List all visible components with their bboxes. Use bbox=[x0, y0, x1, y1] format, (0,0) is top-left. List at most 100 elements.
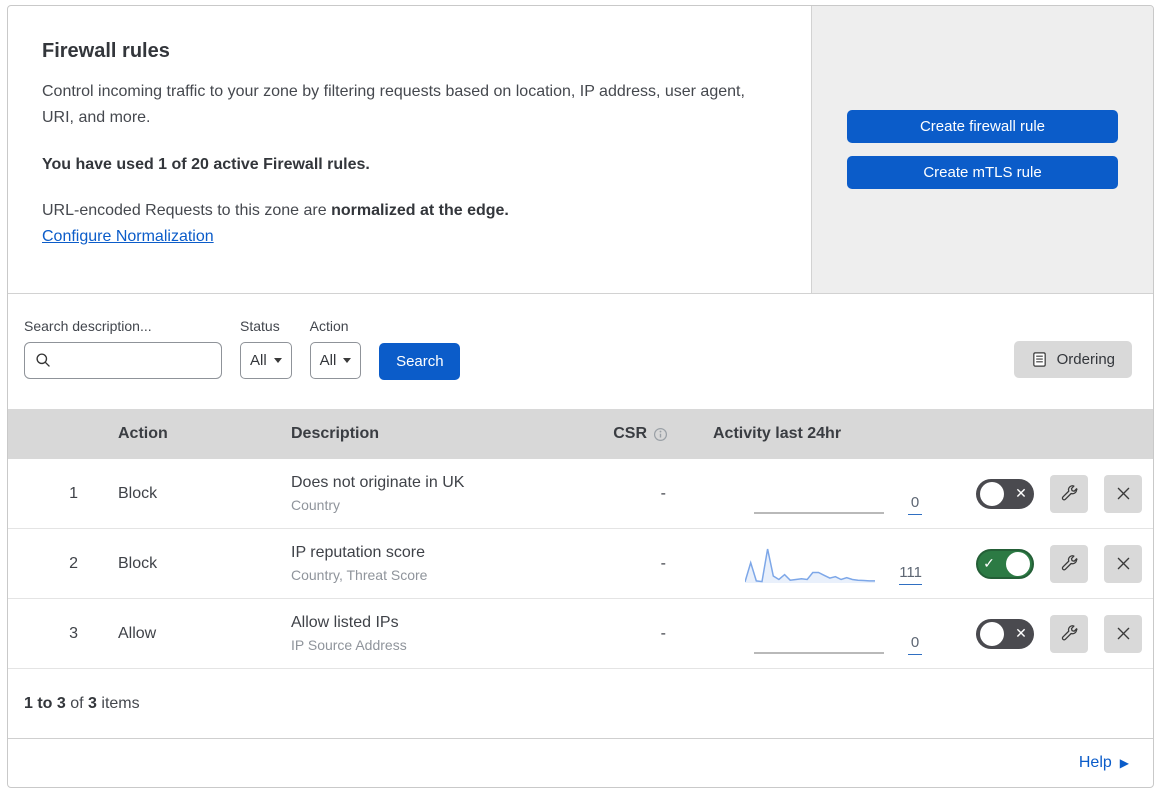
info-icon[interactable] bbox=[653, 427, 668, 442]
rule-action: Block bbox=[118, 484, 158, 502]
rule-number: 2 bbox=[69, 554, 78, 572]
intro-panel: Firewall rules Control incoming traffic … bbox=[8, 6, 811, 293]
x-icon: ✕ bbox=[1015, 485, 1027, 501]
col-activity-header: Activity last 24hr bbox=[713, 425, 842, 442]
col-action-header: Action bbox=[118, 425, 168, 442]
edit-rule-button[interactable] bbox=[1050, 614, 1088, 653]
page-description: Control incoming traffic to your zone by… bbox=[42, 83, 745, 126]
search-input[interactable] bbox=[52, 352, 221, 369]
rule-description-cell: Allow listed IPs IP Source Address bbox=[272, 614, 590, 653]
rule-csr: - bbox=[660, 554, 666, 572]
of-text: of bbox=[65, 694, 89, 712]
create-mtls-rule-button[interactable]: Create mTLS rule bbox=[847, 156, 1118, 189]
total-count: 3 bbox=[88, 694, 97, 712]
wrench-icon bbox=[1060, 624, 1079, 643]
actions-panel: Create firewall rule Create mTLS rule bbox=[811, 6, 1153, 293]
search-group: Search description... bbox=[24, 318, 222, 379]
toggle-knob bbox=[980, 481, 1004, 506]
create-firewall-rule-button[interactable]: Create firewall rule bbox=[847, 110, 1118, 143]
csr-header-label: CSR bbox=[613, 425, 647, 442]
enable-toggle[interactable]: ✓ ✕ bbox=[976, 548, 1034, 579]
close-icon bbox=[1115, 485, 1132, 502]
configure-normalization-link[interactable]: Configure Normalization bbox=[42, 228, 214, 245]
close-icon bbox=[1115, 555, 1132, 572]
delete-rule-button[interactable] bbox=[1104, 614, 1142, 653]
activity-count-link[interactable]: 0 bbox=[908, 495, 922, 515]
rule-action: Allow bbox=[118, 624, 157, 642]
ordering-button[interactable]: Ordering bbox=[1013, 341, 1132, 378]
action-filter-group: Action All bbox=[309, 318, 362, 379]
edit-rule-button[interactable] bbox=[1050, 544, 1088, 583]
status-select[interactable]: All bbox=[240, 342, 292, 379]
rule-description-cell: IP reputation score Country, Threat Scor… bbox=[272, 544, 590, 583]
rule-description: Does not originate in UK bbox=[291, 474, 465, 491]
table-header: Action Description CSR Activity last 24h… bbox=[8, 409, 1153, 459]
top-section: Firewall rules Control incoming traffic … bbox=[8, 6, 1153, 294]
rule-action: Block bbox=[118, 554, 158, 572]
delete-rule-button[interactable] bbox=[1104, 474, 1142, 513]
pagination-summary: 1 to 3 of 3 items bbox=[8, 669, 1153, 739]
rule-description-cell: Does not originate in UK Country bbox=[272, 474, 590, 513]
rule-number: 3 bbox=[69, 624, 78, 642]
status-selected-value: All bbox=[250, 352, 267, 369]
range-text: 1 to 3 bbox=[24, 694, 66, 712]
rule-fields: Country, Threat Score bbox=[291, 567, 428, 583]
firewall-rules-page: Firewall rules Control incoming traffic … bbox=[7, 5, 1154, 788]
wrench-icon bbox=[1060, 554, 1079, 573]
rule-activity-cell: 0 bbox=[676, 459, 926, 528]
rule-csr: - bbox=[660, 484, 666, 502]
filter-bar: Search description... Status All Action … bbox=[8, 294, 1153, 409]
table-row: 2 Block IP reputation score Country, Thr… bbox=[8, 529, 1153, 599]
toggle-knob bbox=[980, 621, 1004, 646]
rule-controls: ✓ ✕ bbox=[926, 544, 1153, 583]
rule-fields: Country bbox=[291, 497, 341, 513]
chevron-down-icon bbox=[273, 358, 282, 363]
rule-activity-cell: 111 bbox=[676, 529, 926, 598]
status-filter-group: Status All bbox=[240, 318, 292, 379]
table-row: 3 Allow Allow listed IPs IP Source Addre… bbox=[8, 599, 1153, 669]
action-label: Action bbox=[309, 318, 349, 334]
search-input-wrap bbox=[24, 342, 222, 379]
rule-controls: ✓ ✕ bbox=[926, 614, 1153, 653]
x-icon: ✕ bbox=[1015, 625, 1027, 641]
toggle-knob bbox=[1006, 551, 1030, 576]
check-icon: ✓ bbox=[983, 555, 995, 571]
page-title: Firewall rules bbox=[42, 40, 170, 62]
edit-rule-button[interactable] bbox=[1050, 474, 1088, 513]
action-select[interactable]: All bbox=[309, 342, 362, 379]
help-arrow-icon: ▶ bbox=[1119, 756, 1129, 770]
rule-description: IP reputation score bbox=[291, 544, 426, 561]
rule-controls: ✓ ✕ bbox=[926, 474, 1153, 513]
close-icon bbox=[1115, 625, 1132, 642]
activity-sparkline bbox=[745, 545, 876, 585]
search-label: Search description... bbox=[24, 318, 152, 334]
col-description-header: Description bbox=[291, 425, 380, 442]
activity-count-link[interactable]: 111 bbox=[899, 565, 922, 585]
search-button[interactable]: Search bbox=[379, 343, 461, 380]
help-link[interactable]: Help bbox=[1079, 754, 1112, 772]
rule-description: Allow listed IPs bbox=[291, 614, 399, 631]
help-bar: Help ▶ bbox=[8, 739, 1153, 787]
status-label: Status bbox=[240, 318, 280, 334]
delete-rule-button[interactable] bbox=[1104, 544, 1142, 583]
rule-number: 1 bbox=[69, 484, 78, 502]
normalization-bold: normalized at the edge. bbox=[331, 202, 509, 220]
ordering-label: Ordering bbox=[1056, 351, 1115, 368]
enable-toggle[interactable]: ✓ ✕ bbox=[976, 478, 1034, 509]
col-csr-header: CSR bbox=[590, 425, 676, 443]
rule-csr: - bbox=[660, 624, 666, 642]
enable-toggle[interactable]: ✓ ✕ bbox=[976, 618, 1034, 649]
activity-sparkline bbox=[754, 475, 884, 515]
ordering-list-icon bbox=[1031, 351, 1048, 368]
table-row: 1 Block Does not originate in UK Country… bbox=[8, 459, 1153, 529]
activity-count-link[interactable]: 0 bbox=[908, 635, 922, 655]
rule-activity-cell: 0 bbox=[676, 599, 926, 668]
activity-flatline bbox=[754, 652, 884, 654]
usage-summary: You have used 1 of 20 active Firewall ru… bbox=[42, 156, 370, 174]
normalization-note: URL-encoded Requests to this zone are no… bbox=[42, 202, 771, 220]
items-text: items bbox=[96, 694, 140, 712]
normalization-text: URL-encoded Requests to this zone are bbox=[42, 202, 332, 220]
activity-flatline bbox=[754, 512, 884, 514]
table-body: 1 Block Does not originate in UK Country… bbox=[8, 459, 1153, 669]
action-selected-value: All bbox=[319, 352, 337, 369]
